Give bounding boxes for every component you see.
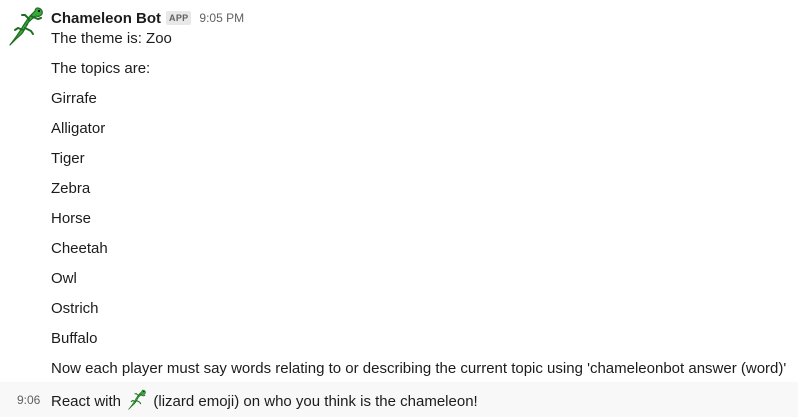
followup-text-after: (lizard emoji) on who you think is the c…: [153, 393, 478, 410]
topic-item: Buffalo: [51, 330, 98, 347]
followup-timestamp[interactable]: 9:06: [17, 391, 40, 409]
message-timestamp[interactable]: 9:05 PM: [199, 11, 244, 25]
topic-item: Zebra: [51, 180, 91, 197]
topic-item: Girrafe: [51, 90, 97, 107]
followup-text-before: React with: [51, 393, 122, 410]
message-line-instructions: Now each player must say words relating …: [51, 360, 787, 377]
app-badge: APP: [166, 11, 192, 25]
topic-item: Ostrich: [51, 300, 99, 317]
topic-item: Cheetah: [51, 240, 108, 257]
topic-item: Alligator: [51, 120, 106, 137]
message-line-theme: The theme is: Zoo: [51, 30, 172, 47]
followup-message[interactable]: 9:06 React with (lizard emoji) on who yo…: [0, 382, 798, 417]
author-name[interactable]: Chameleon Bot: [51, 10, 161, 27]
topic-item: Tiger: [51, 150, 85, 167]
lizard-icon: [9, 7, 44, 46]
message-line-topics-heading: The topics are:: [51, 60, 151, 77]
topic-item: Horse: [51, 210, 92, 227]
message-header: Chameleon Bot APP 9:05 PM: [51, 8, 244, 28]
followup-text: React with (lizard emoji) on who you thi…: [51, 389, 478, 412]
lizard-icon: [128, 389, 147, 410]
bot-avatar[interactable]: [8, 6, 44, 48]
topic-item: Owl: [51, 270, 77, 287]
